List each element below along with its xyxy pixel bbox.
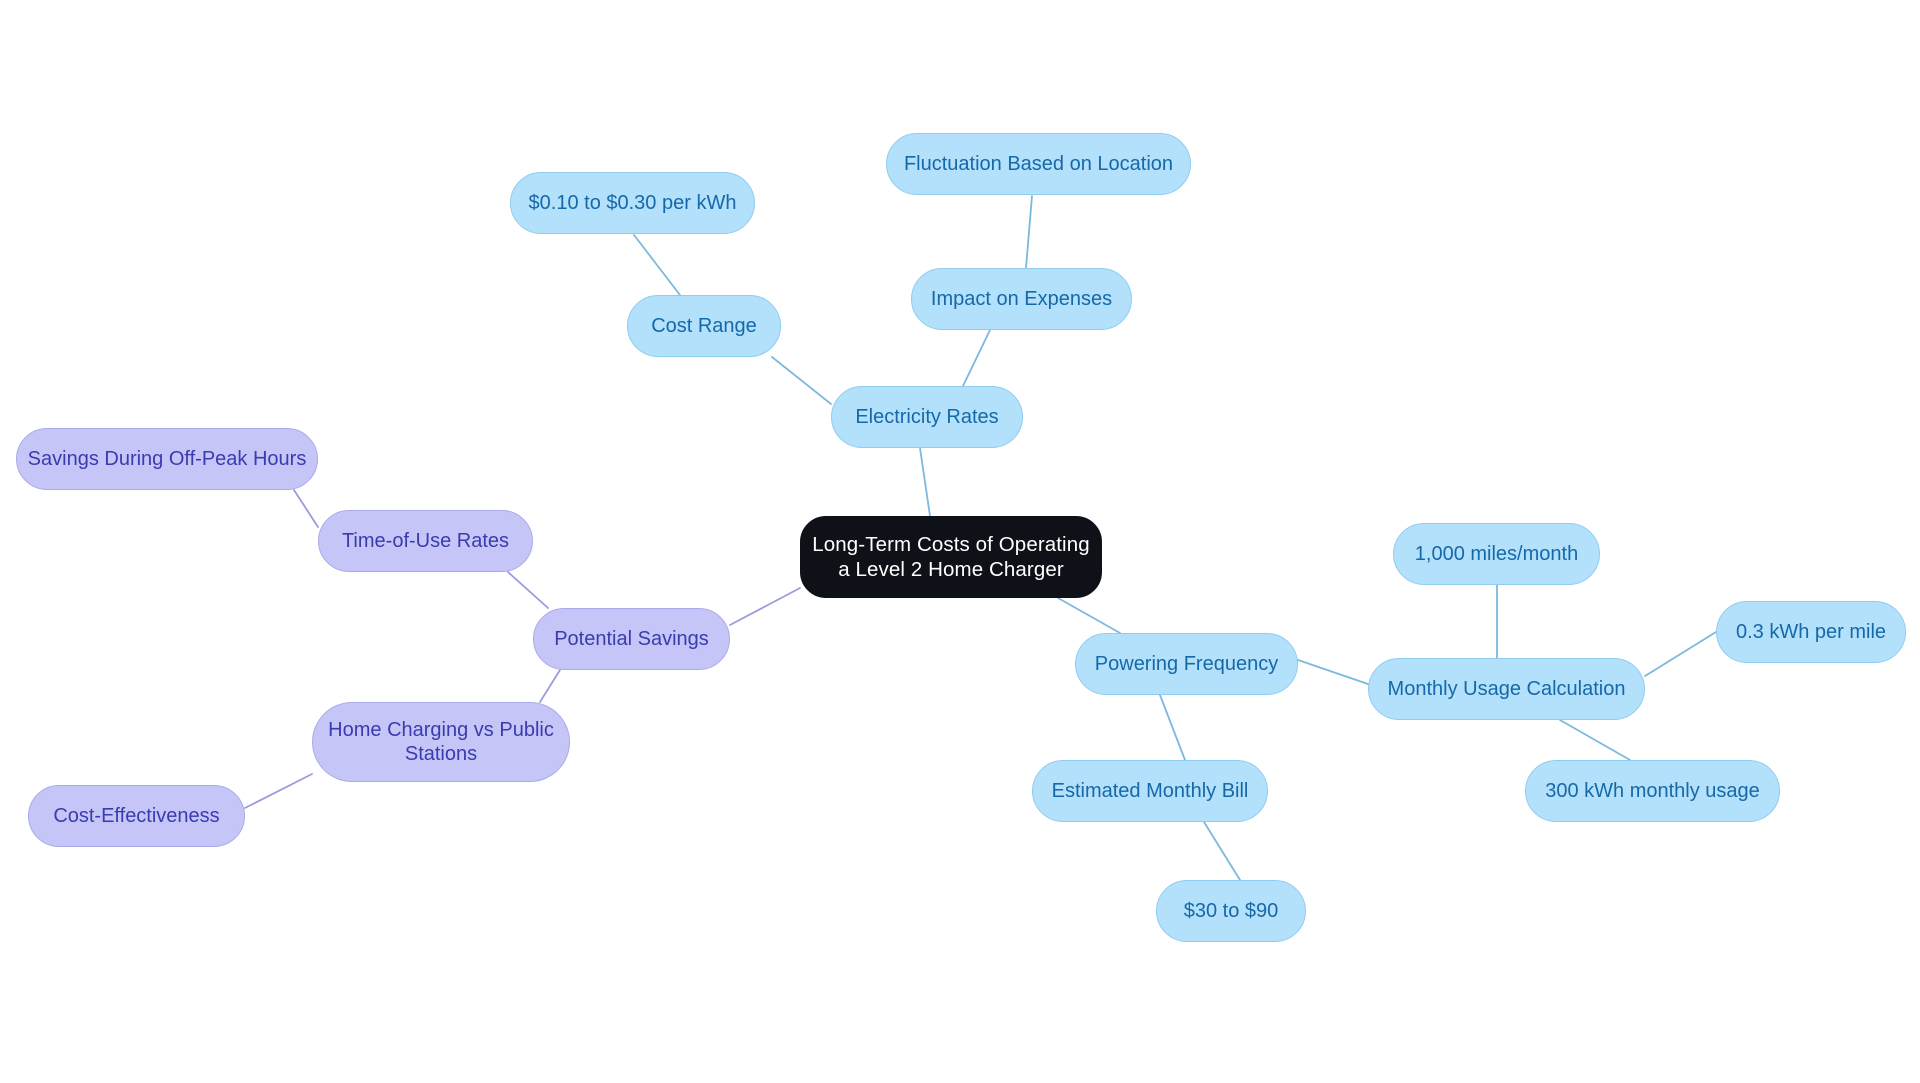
edge-home_vs_public-to-cost_effectiveness <box>244 773 313 809</box>
mindmap-node-monthly-usage-calc[interactable]: Monthly Usage Calculation <box>1368 658 1645 720</box>
mindmap-node-estimated-monthly-bill[interactable]: Estimated Monthly Bill <box>1032 760 1268 822</box>
mindmap-node-cost-effectiveness[interactable]: Cost-Effectiveness <box>28 785 245 847</box>
edge-cost_range-to-cost_range_value <box>633 234 681 296</box>
edge-time_of_use_rates-to-off_peak_savings <box>293 489 319 528</box>
edge-powering_frequency-to-monthly_usage_calc <box>1297 659 1369 685</box>
mindmap-node-cost-range-value[interactable]: $0.10 to $0.30 per kWh <box>510 172 755 234</box>
edge-potential_savings-to-time_of_use_rates <box>507 571 549 609</box>
edge-monthly_usage_calc-to-monthly_kwh <box>1559 719 1631 761</box>
mindmap-node-root[interactable]: Long-Term Costs of Operating a Level 2 H… <box>800 516 1102 598</box>
mindmap-node-off-peak-savings[interactable]: Savings During Off-Peak Hours <box>16 428 318 490</box>
edge-estimated_monthly_bill-to-bill_range <box>1203 821 1241 881</box>
edge-electricity_rates-to-impact_expenses <box>962 329 991 387</box>
edge-root-to-electricity_rates <box>919 447 931 517</box>
mindmap-node-monthly-kwh[interactable]: 300 kWh monthly usage <box>1525 760 1780 822</box>
edge-root-to-powering_frequency <box>1057 597 1121 634</box>
mindmap-node-home-vs-public[interactable]: Home Charging vs Public Stations <box>312 702 570 782</box>
edge-monthly_usage_calc-to-kwh_per_mile <box>1644 631 1717 677</box>
mindmap-node-electricity-rates[interactable]: Electricity Rates <box>831 386 1023 448</box>
edge-impact_expenses-to-fluctuation_location <box>1025 195 1033 269</box>
edge-electricity_rates-to-cost_range <box>771 356 832 405</box>
mindmap-node-powering-frequency[interactable]: Powering Frequency <box>1075 633 1298 695</box>
edge-potential_savings-to-home_vs_public <box>539 669 561 703</box>
mindmap-node-impact-expenses[interactable]: Impact on Expenses <box>911 268 1132 330</box>
mindmap-node-miles-per-month[interactable]: 1,000 miles/month <box>1393 523 1600 585</box>
edge-powering_frequency-to-estimated_monthly_bill <box>1159 694 1186 761</box>
mindmap-node-bill-range[interactable]: $30 to $90 <box>1156 880 1306 942</box>
edge-root-to-potential_savings <box>729 587 801 626</box>
mindmap-node-kwh-per-mile[interactable]: 0.3 kWh per mile <box>1716 601 1906 663</box>
mindmap-node-potential-savings[interactable]: Potential Savings <box>533 608 730 670</box>
mindmap-node-cost-range[interactable]: Cost Range <box>627 295 781 357</box>
mindmap-canvas: Long-Term Costs of Operating a Level 2 H… <box>0 0 1920 1083</box>
mindmap-node-time-of-use-rates[interactable]: Time-of-Use Rates <box>318 510 533 572</box>
mindmap-node-fluctuation-location[interactable]: Fluctuation Based on Location <box>886 133 1191 195</box>
